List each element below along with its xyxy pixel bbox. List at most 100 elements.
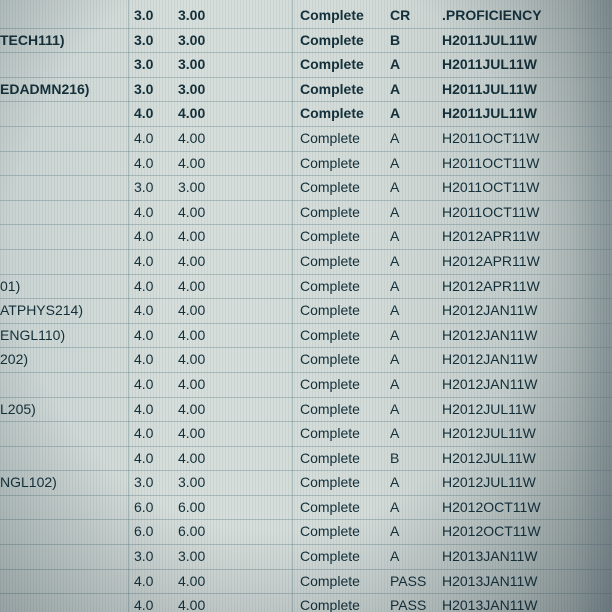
table-row[interactable]: 4.0 4.00 Complete A H2011OCT11W xyxy=(0,127,612,152)
status-cell: Complete xyxy=(300,129,360,146)
status-cell: Complete xyxy=(300,302,360,319)
credits-earned-cell: 4.00 xyxy=(178,400,206,417)
table-row[interactable]: 4.0 4.00 Complete A H2012APR11W xyxy=(0,250,612,275)
grade-cell: A xyxy=(390,523,400,540)
credits-attempted-cell: 3.0 xyxy=(134,31,154,48)
table-row[interactable]: 6.0 6.00 Complete A H2012OCT11W xyxy=(0,496,612,521)
credits-attempted-cell: 4.0 xyxy=(134,326,154,343)
credits-attempted-cell: 4.0 xyxy=(134,425,154,442)
credits-earned-cell: 4.00 xyxy=(178,277,206,294)
course-cell: ATPHYS214) xyxy=(0,302,83,319)
credits-earned-cell: 4.00 xyxy=(178,105,206,122)
table-row[interactable]: 01) 4.0 4.00 Complete A H2012APR11W xyxy=(0,275,612,300)
status-cell: Complete xyxy=(300,228,360,245)
term-cell: H2013JAN11W xyxy=(442,572,538,589)
credits-earned-cell: 6.00 xyxy=(178,498,206,515)
grade-cell: A xyxy=(390,351,400,368)
credits-earned-cell: 4.00 xyxy=(178,326,206,343)
status-cell: Complete xyxy=(300,326,360,343)
course-cell: NGL102) xyxy=(0,474,57,491)
grade-cell: A xyxy=(390,277,400,294)
credits-earned-cell: 4.00 xyxy=(178,252,206,269)
grade-cell: A xyxy=(390,302,400,319)
term-cell: H2012JAN11W xyxy=(442,302,538,319)
table-row[interactable]: EDADMN216) 3.0 3.00 Complete A H2011JUL11W xyxy=(0,78,612,103)
transcript-table: 3.0 3.00 Complete CR .PROFICIENCY TECH111) 3.0… xyxy=(0,4,612,612)
status-cell: Complete xyxy=(300,597,360,612)
table-row[interactable]: 4.0 4.00 Complete B H2012JUL11W xyxy=(0,447,612,472)
credits-attempted-cell: 4.0 xyxy=(134,351,154,368)
term-cell: H2012JUL11W xyxy=(442,474,536,491)
grade-cell: A xyxy=(390,548,400,565)
table-row[interactable]: 4.0 4.00 Complete A H2011OCT11W xyxy=(0,201,612,226)
credits-attempted-cell: 4.0 xyxy=(134,252,154,269)
term-cell: H2012JUL11W xyxy=(442,425,536,442)
credits-attempted-cell: 6.0 xyxy=(134,523,154,540)
table-row[interactable]: 202) 4.0 4.00 Complete A H2012JAN11W xyxy=(0,348,612,373)
table-row[interactable]: TECH111) 3.0 3.00 Complete B H2011JUL11W xyxy=(0,29,612,54)
grade-cell: A xyxy=(390,228,400,245)
credits-earned-cell: 4.00 xyxy=(178,449,206,466)
term-cell: H2013JAN11W xyxy=(442,548,538,565)
credits-earned-cell: 4.00 xyxy=(178,572,206,589)
grade-cell: A xyxy=(390,375,400,392)
credits-attempted-cell: 4.0 xyxy=(134,129,154,146)
table-row[interactable]: 4.0 4.00 Complete A H2011OCT11W xyxy=(0,152,612,177)
table-row[interactable]: 3.0 3.00 Complete A H2011OCT11W xyxy=(0,176,612,201)
status-cell: Complete xyxy=(300,31,364,48)
grade-cell: PASS xyxy=(390,597,427,612)
term-cell: H2012JAN11W xyxy=(442,351,538,368)
term-cell: H2011OCT11W xyxy=(442,203,540,220)
status-cell: Complete xyxy=(300,400,360,417)
grade-cell: A xyxy=(390,105,401,122)
course-cell: L205) xyxy=(0,400,36,417)
table-row[interactable]: 4.0 4.00 Complete PASS H2013JAN11W xyxy=(0,594,612,612)
screen: 3.0 3.00 Complete CR .PROFICIENCY TECH111) 3.0… xyxy=(0,0,612,612)
table-row[interactable]: 3.0 3.00 Complete A H2013JAN11W xyxy=(0,545,612,570)
table-row[interactable]: NGL102) 3.0 3.00 Complete A H2012JUL11W xyxy=(0,471,612,496)
status-cell: Complete xyxy=(300,80,364,97)
term-cell: H2012OCT11W xyxy=(442,523,541,540)
table-row[interactable]: 4.0 4.00 Complete A H2011JUL11W xyxy=(0,102,612,127)
credits-attempted-cell: 3.0 xyxy=(134,548,154,565)
credits-attempted-cell: 4.0 xyxy=(134,228,154,245)
table-row[interactable]: 3.0 3.00 Complete A H2011JUL11W xyxy=(0,53,612,78)
table-row[interactable]: 4.0 4.00 Complete PASS H2013JAN11W xyxy=(0,570,612,595)
table-row[interactable]: 6.0 6.00 Complete A H2012OCT11W xyxy=(0,520,612,546)
term-cell: H2011JUL11W xyxy=(442,105,537,122)
term-cell: H2012APR11W xyxy=(442,228,540,245)
table-row[interactable]: 4.0 4.00 Complete A H2012APR11W xyxy=(0,225,612,250)
credits-attempted-cell: 4.0 xyxy=(134,105,154,122)
grade-cell: B xyxy=(390,449,400,466)
term-cell: H2011JUL11W xyxy=(442,31,537,48)
grade-cell: A xyxy=(390,56,401,73)
grade-cell: A xyxy=(390,203,400,220)
term-cell: H2011OCT11W xyxy=(442,129,540,146)
table-row[interactable]: ENGL110) 4.0 4.00 Complete A H2012JAN11W xyxy=(0,324,612,349)
credits-earned-cell: 4.00 xyxy=(178,351,206,368)
credits-attempted-cell: 4.0 xyxy=(134,154,154,171)
grade-cell: A xyxy=(390,425,400,442)
credits-attempted-cell: 4.0 xyxy=(134,449,154,466)
table-row[interactable]: ATPHYS214) 4.0 4.00 Complete A H2012JAN11W xyxy=(0,299,612,324)
table-row[interactable]: 4.0 4.00 Complete A H2012JAN11W xyxy=(0,373,612,398)
credits-attempted-cell: 3.0 xyxy=(134,474,154,491)
status-cell: Complete xyxy=(300,449,360,466)
status-cell: Complete xyxy=(300,498,360,515)
grade-cell: A xyxy=(390,400,400,417)
grade-cell: A xyxy=(390,154,400,171)
credits-attempted-cell: 3.0 xyxy=(134,7,154,23)
term-cell: H2012JAN11W xyxy=(442,326,538,343)
term-cell: H2012APR11W xyxy=(442,277,540,294)
term-cell: H2012OCT11W xyxy=(442,498,541,515)
credits-earned-cell: 3.00 xyxy=(178,7,206,23)
term-cell: H2012JAN11W xyxy=(442,375,538,392)
course-cell: TECH111) xyxy=(0,31,65,48)
table-row[interactable]: 4.0 4.00 Complete A H2012JUL11W xyxy=(0,422,612,447)
credits-attempted-cell: 4.0 xyxy=(134,375,154,392)
status-cell: Complete xyxy=(300,474,360,491)
table-row[interactable]: L205) 4.0 4.00 Complete A H2012JUL11W xyxy=(0,398,612,423)
status-cell: Complete xyxy=(300,179,360,196)
grade-cell: A xyxy=(390,326,400,343)
table-row[interactable]: 3.0 3.00 Complete CR .PROFICIENCY xyxy=(0,4,612,29)
